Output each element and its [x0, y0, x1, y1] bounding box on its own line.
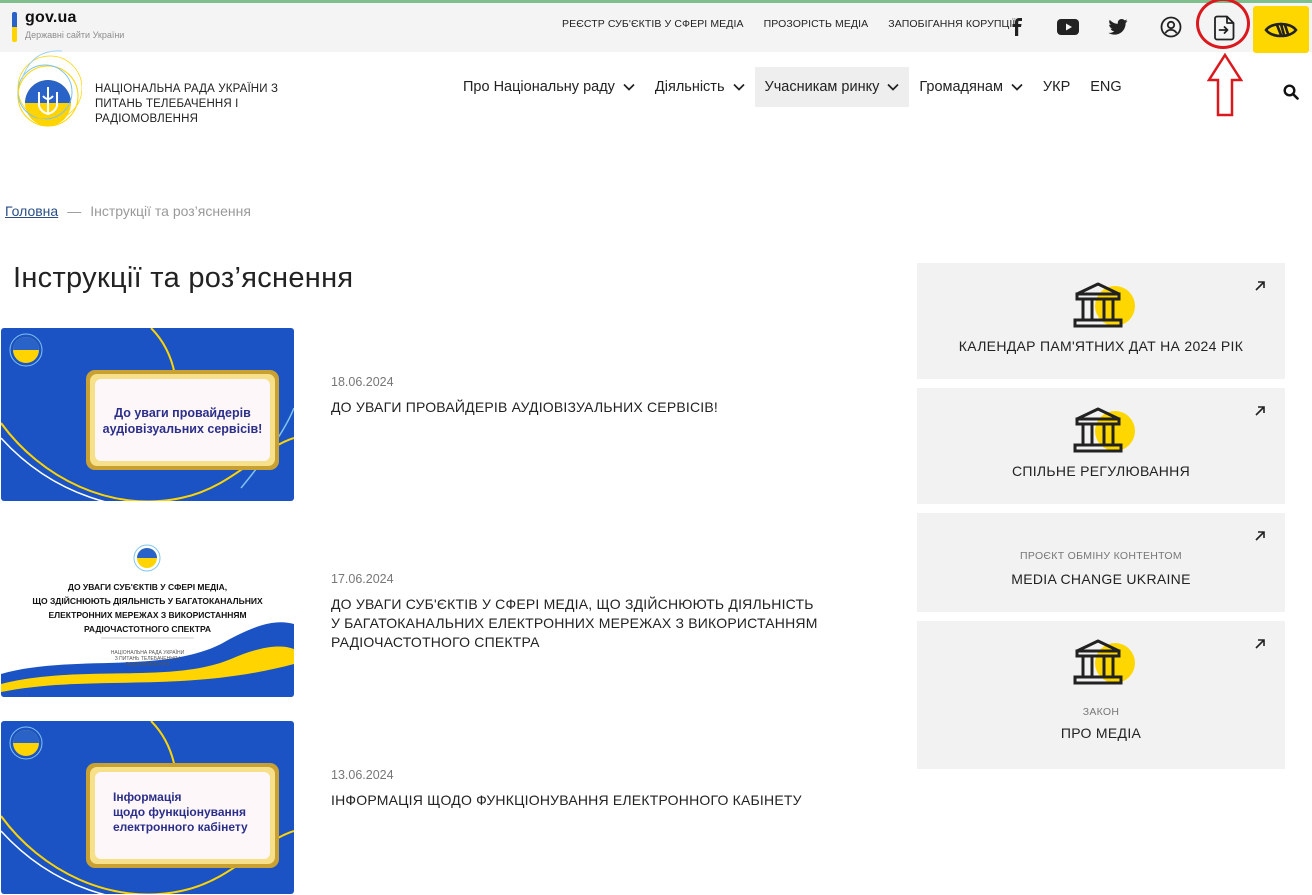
facebook-icon[interactable]	[1004, 14, 1030, 40]
card-sublabel: ПРОЄКТ ОБМІНУ КОНТЕНТОМ	[1020, 550, 1182, 562]
card-sublabel: ЗАКОН	[1082, 706, 1120, 718]
building-icon	[1073, 407, 1135, 453]
nav-lang-ukr[interactable]: УКР	[1033, 67, 1080, 107]
news-date: 18.06.2024	[331, 375, 394, 389]
chevron-down-icon	[1011, 83, 1023, 91]
chevron-down-icon	[887, 83, 899, 91]
breadcrumb-home[interactable]: Головна	[5, 203, 58, 219]
image-caption-line: електронного кабінету	[113, 820, 248, 834]
nav-citizens[interactable]: Громадянам	[909, 67, 1033, 107]
page-title: Інструкції та роз’яснення	[13, 262, 354, 294]
annotation-arrow-icon	[1207, 52, 1243, 117]
arrow-up-right-icon	[1255, 281, 1265, 291]
arrow-up-right-icon	[1255, 639, 1265, 649]
org-name[interactable]: НАЦІОНАЛЬНА РАДА УКРАЇНИ З ПИТАНЬ ТЕЛЕБА…	[95, 82, 285, 127]
eye-icon[interactable]	[1253, 6, 1309, 53]
card-media-law[interactable]: ЗАКОН ПРО МЕДІА	[917, 621, 1285, 769]
breadcrumb-current: Інструкції та роз’яснення	[90, 203, 251, 219]
nav-activity[interactable]: Діяльність	[645, 67, 755, 107]
news-title-link[interactable]: ДО УВАГИ СУБ'ЄКТІВ У СФЕРІ МЕДІА, ЩО ЗДІ…	[331, 595, 821, 652]
building-icon	[1073, 639, 1135, 685]
news-image-3[interactable]: Інформація щодо функціонування електронн…	[1, 721, 294, 894]
card-label: СПІЛЬНЕ РЕГУЛЮВАННЯ	[1011, 463, 1191, 479]
gov-ua-subtitle: Державні сайти України	[25, 30, 125, 40]
nav-lang-eng[interactable]: ENG	[1080, 67, 1131, 107]
nav-label: Діяльність	[654, 79, 725, 95]
building-icon	[1073, 282, 1135, 328]
card-calendar[interactable]: КАЛЕНДАР ПАМ'ЯТНИХ ДАТ НА 2024 РІК	[917, 263, 1285, 379]
news-image-1-caption: До уваги провайдерів аудіовізуальних сер…	[95, 405, 270, 437]
news-image-2-footer: НАЦІОНАЛЬНА РАДА УКРАЇНИ З ПИТАНЬ ТЕЛЕБА…	[1, 650, 294, 668]
breadcrumb: Головна — Інструкції та роз’яснення	[5, 203, 251, 219]
nav-label: Громадянам	[919, 79, 1003, 95]
card-label: КАЛЕНДАР ПАМ'ЯТНИХ ДАТ НА 2024 РІК	[958, 338, 1244, 354]
news-image-1[interactable]: До уваги провайдерів аудіовізуальних сер…	[1, 328, 294, 501]
news-item-2: 17.06.2024 ДО УВАГИ СУБ'ЄКТІВ У СФЕРІ МЕ…	[331, 572, 821, 652]
news-image-3-caption: Інформація щодо функціонування електронн…	[113, 790, 273, 835]
main-nav: Про Національну раду Діяльність Учасника…	[453, 67, 1132, 107]
link-anti-corruption[interactable]: ЗАПОБІГАННЯ КОРУПЦІЇ	[888, 18, 1015, 30]
nav-label: Учасникам ринку	[764, 79, 880, 95]
card-co-regulation[interactable]: СПІЛЬНЕ РЕГУЛЮВАННЯ	[917, 388, 1285, 504]
image-caption-line: ЕЛЕКТРОННИХ МЕРЕЖАХ З ВИКОРИСТАННЯМ	[48, 610, 247, 620]
news-image-2-caption: ДО УВАГИ СУБ'ЄКТІВ У СФЕРІ МЕДІА, ЩО ЗДІ…	[1, 580, 294, 636]
card-label: MEDIA CHANGE UKRAINE	[1011, 571, 1191, 587]
arrow-up-right-icon	[1255, 531, 1265, 541]
image-caption-line: РАДІОЧАСТОТНОГО СПЕКТРА	[83, 624, 211, 634]
nav-about-council[interactable]: Про Національну раду	[453, 67, 645, 107]
top-strip: gov.ua Державні сайти України РЕЄСТР СУБ…	[0, 0, 1312, 53]
link-media-registry[interactable]: РЕЄСТР СУБ'ЄКТІВ У СФЕРІ МЕДІА	[562, 18, 744, 30]
image-caption-line: аудіовізуальних сервісів!	[102, 422, 263, 436]
image-caption-line: Інформація	[113, 790, 182, 804]
youtube-icon[interactable]	[1055, 14, 1081, 40]
breadcrumb-separator: —	[67, 203, 82, 219]
card-media-change[interactable]: ПРОЄКТ ОБМІНУ КОНТЕНТОМ MEDIA CHANGE UKR…	[917, 513, 1285, 612]
gov-ua-flag-mark	[12, 12, 17, 42]
news-date: 17.06.2024	[331, 572, 394, 586]
image-caption-line: До уваги провайдерів	[114, 406, 251, 420]
gov-ua-title: gov.ua	[25, 9, 77, 26]
national-council-logo[interactable]	[14, 44, 82, 140]
link-media-transparency[interactable]: ПРОЗОРІСТЬ МЕДІА	[764, 18, 869, 30]
arrow-up-right-icon	[1255, 406, 1265, 416]
twitter-icon[interactable]	[1105, 14, 1131, 40]
search-icon[interactable]	[1283, 84, 1299, 100]
top-links: РЕЄСТР СУБ'ЄКТІВ У СФЕРІ МЕДІА ПРОЗОРІСТ…	[562, 18, 1035, 30]
image-footer-line: РАДІОМОВЛЕННЯ	[125, 662, 170, 668]
nav-market-participants[interactable]: Учасникам ринку	[754, 67, 910, 107]
nav-label: Про Національну раду	[463, 79, 615, 95]
news-date: 13.06.2024	[331, 768, 394, 782]
news-item-1: 18.06.2024 ДО УВАГИ ПРОВАЙДЕРІВ АУДІОВІЗ…	[331, 375, 821, 417]
image-caption-line: ЩО ЗДІЙСНЮЮТЬ ДІЯЛЬНІСТЬ У БАГАТОКАНАЛЬН…	[32, 596, 263, 606]
login-document-icon[interactable]	[1206, 9, 1243, 46]
chevron-down-icon	[732, 83, 745, 91]
card-label: ПРО МЕДІА	[1060, 725, 1142, 741]
news-item-3: 13.06.2024 ІНФОРМАЦІЯ ЩОДО ФУНКЦІОНУВАНН…	[331, 768, 821, 810]
news-image-2[interactable]: ДО УВАГИ СУБ'ЄКТІВ У СФЕРІ МЕДІА, ЩО ЗДІ…	[1, 524, 294, 697]
news-title-link[interactable]: ІНФОРМАЦІЯ ЩОДО ФУНКЦІОНУВАННЯ ЕЛЕКТРОНН…	[331, 791, 821, 810]
user-icon[interactable]	[1158, 14, 1184, 40]
image-caption-line: щодо функціонування	[113, 805, 247, 819]
image-caption-line: ДО УВАГИ СУБ'ЄКТІВ У СФЕРІ МЕДІА,	[67, 582, 228, 592]
news-title-link[interactable]: ДО УВАГИ ПРОВАЙДЕРІВ АУДІОВІЗУАЛЬНИХ СЕР…	[331, 398, 821, 417]
chevron-down-icon	[623, 83, 635, 91]
